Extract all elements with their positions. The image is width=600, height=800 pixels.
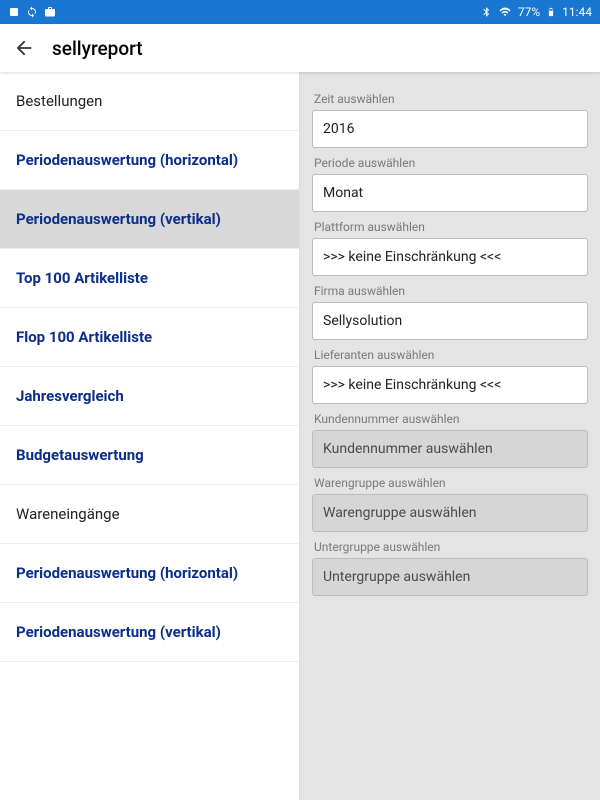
- sidebar-item[interactable]: Flop 100 Artikelliste: [0, 308, 299, 367]
- back-button[interactable]: [12, 36, 36, 60]
- field-label: Zeit auswählen: [314, 92, 586, 106]
- sidebar-item[interactable]: Periodenauswertung (horizontal): [0, 544, 299, 603]
- select-field[interactable]: Sellysolution: [312, 302, 588, 340]
- select-field[interactable]: >>> keine Einschränkung <<<: [312, 238, 588, 276]
- app-bar: sellyreport: [0, 24, 600, 72]
- select-field[interactable]: Kundennummer auswählen: [312, 430, 588, 468]
- bluetooth-icon: [481, 6, 492, 18]
- battery-icon: [546, 5, 556, 19]
- sidebar-item[interactable]: Periodenauswertung (vertikal): [0, 190, 299, 249]
- detail-panel: Zeit auswählen 2016 Periode auswählen Monat…: [300, 72, 600, 800]
- sidebar-section-header: Wareneingänge: [0, 485, 299, 544]
- battery-level: 77%: [518, 5, 540, 19]
- wifi-icon: [498, 6, 512, 18]
- field-label: Untergruppe auswählen: [314, 540, 586, 554]
- sidebar: BestellungenPeriodenauswertung (horizont…: [0, 72, 300, 800]
- field-label: Firma auswählen: [314, 284, 586, 298]
- select-field[interactable]: Untergruppe auswählen: [312, 558, 588, 596]
- field-label: Plattform auswählen: [314, 220, 586, 234]
- select-field[interactable]: >>> keine Einschränkung <<<: [312, 366, 588, 404]
- sidebar-section-header: Bestellungen: [0, 72, 299, 131]
- main-content: BestellungenPeriodenauswertung (horizont…: [0, 72, 600, 800]
- sidebar-item[interactable]: Jahresvergleich: [0, 367, 299, 426]
- field-label: Lieferanten auswählen: [314, 348, 586, 362]
- sidebar-item[interactable]: Periodenauswertung (vertikal): [0, 603, 299, 662]
- sidebar-item[interactable]: Budgetauswertung: [0, 426, 299, 485]
- sync-icon: [26, 6, 38, 18]
- field-label: Kundennummer auswählen: [314, 412, 586, 426]
- clock: 11:44: [562, 5, 592, 19]
- field-label: Warengruppe auswählen: [314, 476, 586, 490]
- select-field[interactable]: Warengruppe auswählen: [312, 494, 588, 532]
- page-title: sellyreport: [52, 37, 143, 60]
- select-field[interactable]: 2016: [312, 110, 588, 148]
- notification-icon: [8, 6, 20, 18]
- sidebar-item[interactable]: Top 100 Artikelliste: [0, 249, 299, 308]
- android-status-bar: 77% 11:44: [0, 0, 600, 24]
- arrow-left-icon: [13, 37, 35, 59]
- field-label: Periode auswählen: [314, 156, 586, 170]
- select-field[interactable]: Monat: [312, 174, 588, 212]
- app-icon: [44, 6, 56, 18]
- sidebar-item[interactable]: Periodenauswertung (horizontal): [0, 131, 299, 190]
